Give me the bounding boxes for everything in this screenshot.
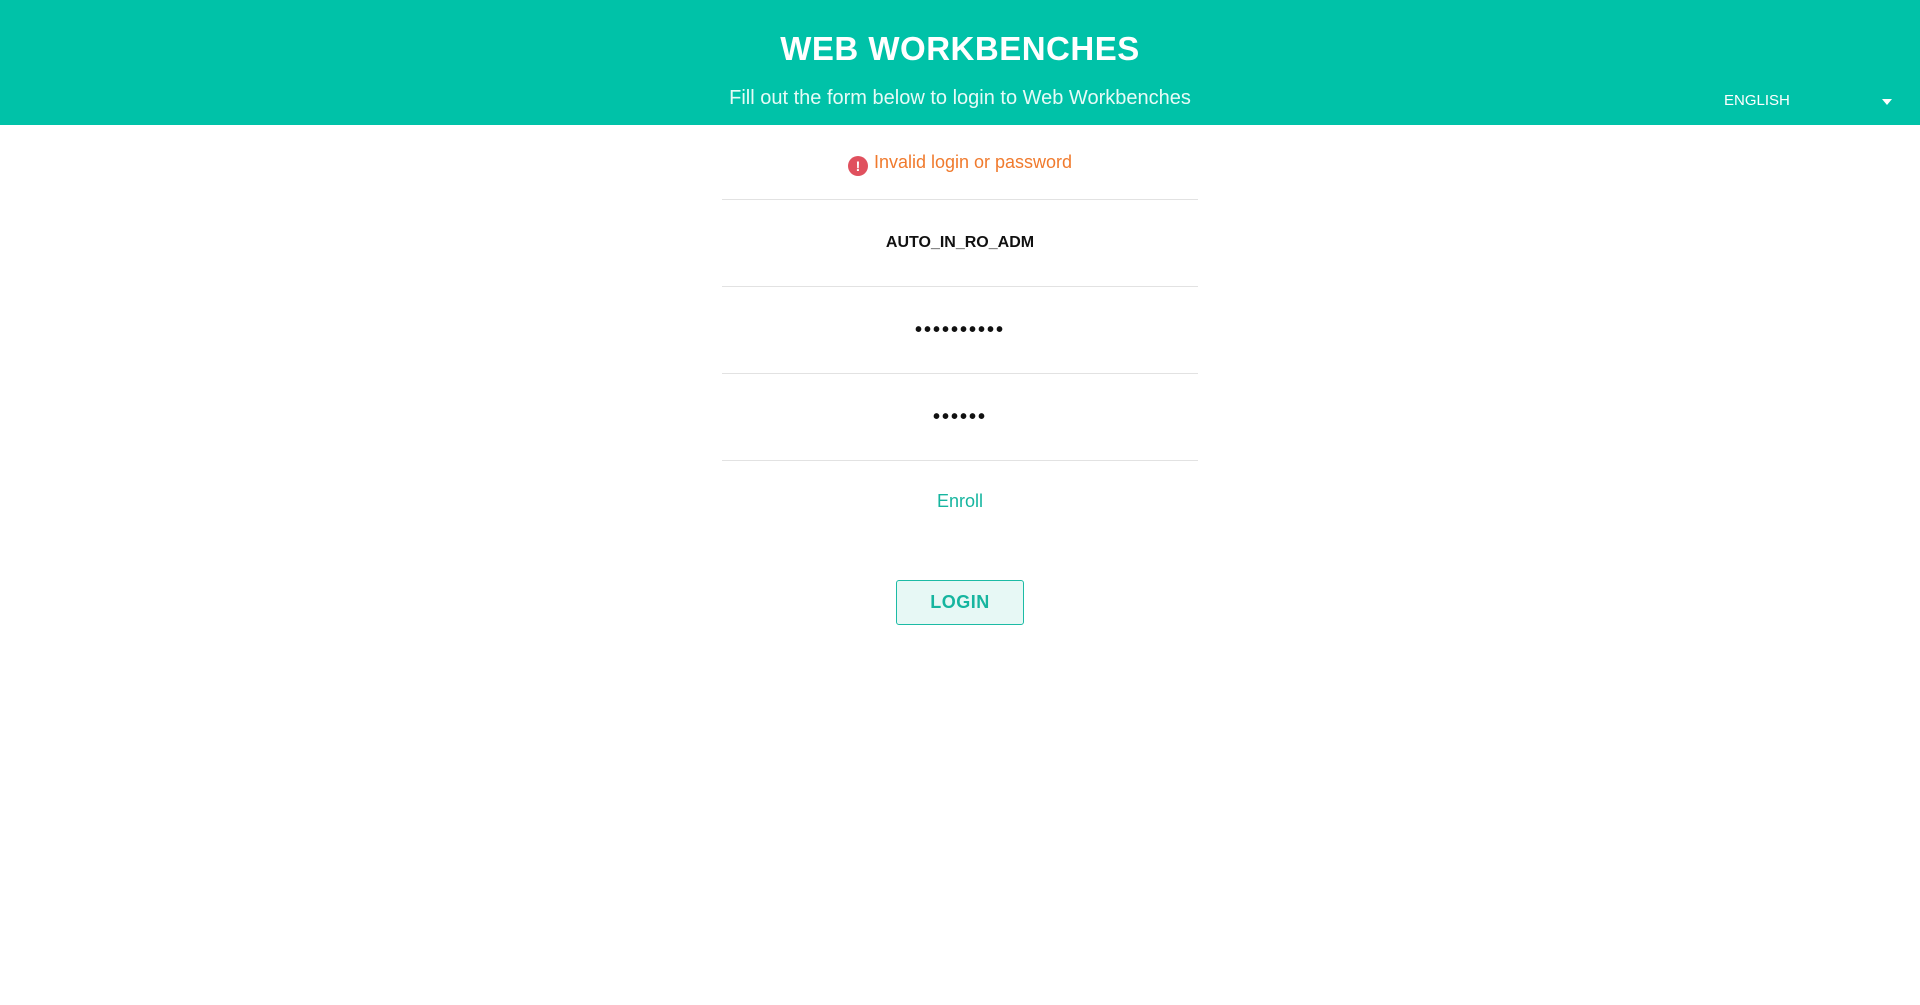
password-field-row: [722, 287, 1198, 374]
exclamation-circle-icon: !: [847, 156, 868, 176]
language-select[interactable]: ENGLISH: [1712, 86, 1892, 116]
app-title: WEB WORKBENCHES: [780, 30, 1140, 67]
app-subtitle: Fill out the form below to login to Web …: [729, 87, 1191, 109]
error-message-row: ! Invalid login or password: [722, 125, 1198, 200]
username-field-row: [722, 200, 1198, 287]
enroll-link[interactable]: Enroll: [722, 491, 1198, 512]
login-button[interactable]: LOGIN: [896, 580, 1024, 625]
error-message: ! Invalid login or password: [722, 152, 1198, 176]
login-form: !Invalid login or password Enroll: [722, 125, 1198, 541]
chevron-down-icon: [1882, 99, 1892, 105]
password-input[interactable]: [722, 287, 1198, 373]
username-input[interactable]: [722, 200, 1198, 286]
enroll-row: Enroll: [722, 461, 1198, 541]
error-message-text: Invalid login or password: [873, 152, 1073, 172]
language-select-value: ENGLISH: [1724, 92, 1790, 109]
header-bar: WEB WORKBENCHES Fill out the form below …: [0, 0, 1920, 125]
second-password-input[interactable]: [722, 374, 1198, 460]
second-password-field-row: [722, 374, 1198, 461]
